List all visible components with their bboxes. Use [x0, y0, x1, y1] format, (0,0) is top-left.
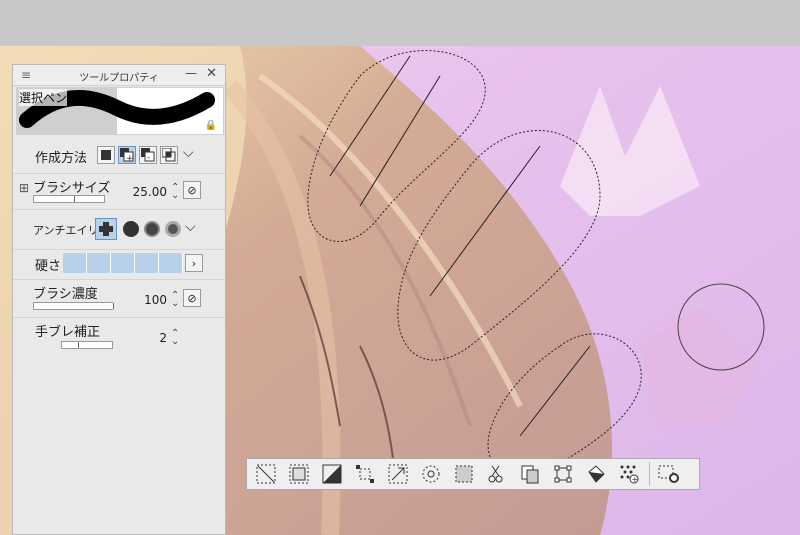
lock-icon[interactable]: 🔒 — [205, 120, 217, 131]
selection-toolbar: + — [246, 458, 700, 490]
hardness-segment[interactable] — [63, 253, 87, 273]
toolbar-separator — [649, 462, 650, 486]
row-brush-density: ブラシ濃度 100 ⌃ ⌄ ⊘ — [13, 279, 225, 318]
tone-icon[interactable]: + — [616, 461, 642, 487]
convert-to-layer-icon[interactable] — [451, 461, 477, 487]
row-antialiasing: アンチエイリア ⌵ — [13, 209, 225, 250]
chevron-down-icon[interactable]: ⌵ — [183, 145, 194, 161]
hardness-label: 硬さ — [35, 259, 62, 274]
row-stabilization: 手ブレ補正 2 ⌃ ⌄ — [13, 317, 225, 355]
brush-density-slider[interactable] — [33, 302, 114, 310]
antialias-medium-button[interactable] — [144, 221, 160, 237]
brush-size-label: ブラシサイズ — [33, 181, 111, 196]
chevron-down-icon[interactable]: ⌵ — [185, 219, 196, 235]
expand-icon[interactable]: ⊞ — [19, 181, 29, 195]
antialias-none-button[interactable] — [95, 218, 117, 240]
brush-density-label: ブラシ濃度 — [33, 287, 98, 302]
feather-selection-icon[interactable] — [418, 461, 444, 487]
pen-pressure-button[interactable]: ⊘ — [183, 289, 201, 307]
hardness-segment[interactable] — [135, 253, 159, 273]
copy-paste-icon[interactable] — [517, 461, 543, 487]
select-all-icon[interactable] — [286, 461, 312, 487]
chevron-right-icon[interactable]: › — [185, 254, 203, 272]
new-selection-button[interactable] — [97, 146, 115, 164]
pen-pressure-button[interactable]: ⊘ — [183, 181, 201, 199]
row-brush-size: ⊞ ブラシサイズ 25.00 ⌃ ⌄ ⊘ — [13, 173, 225, 210]
brush-size-slider[interactable] — [33, 195, 105, 203]
hardness-segment[interactable] — [159, 253, 183, 273]
brush-density-spinner[interactable]: ⌃ ⌄ — [171, 291, 179, 309]
row-hardness: 硬さ › — [13, 249, 225, 280]
invert-selection-icon[interactable] — [319, 461, 345, 487]
hardness-segment[interactable] — [111, 253, 135, 273]
tool-property-panel: ≡ ツールプロパティ — ✕ 選択ペン 🔒 作成方法 + - ⌵ ⊞ ブラシサイ… — [12, 64, 226, 535]
creation-method-label: 作成方法 — [35, 151, 88, 166]
subtract-selection-button[interactable]: - — [139, 146, 157, 164]
brush-size-spinner[interactable]: ⌃ ⌄ — [171, 183, 179, 201]
svg-text:+: + — [632, 475, 639, 484]
svg-text:-: - — [147, 153, 150, 162]
cut-paste-icon[interactable] — [484, 461, 510, 487]
row-creation-method: 作成方法 + - ⌵ — [13, 139, 225, 174]
stabilization-value[interactable]: 2 — [127, 331, 167, 345]
antialias-strong-button[interactable] — [165, 221, 181, 237]
close-icon[interactable]: ✕ — [206, 66, 217, 81]
svg-text:+: + — [126, 154, 134, 162]
tool-name: 選択ペン — [19, 89, 68, 106]
shrink-selection-icon[interactable] — [385, 461, 411, 487]
scale-rotate-icon[interactable] — [550, 461, 576, 487]
deselect-icon[interactable] — [253, 461, 279, 487]
brush-density-value[interactable]: 100 — [127, 293, 167, 307]
expand-selection-icon[interactable] — [352, 461, 378, 487]
panel-title-bar[interactable]: ≡ ツールプロパティ — ✕ — [13, 65, 225, 86]
top-bar — [0, 0, 800, 46]
stabilization-spinner[interactable]: ⌃ ⌄ — [171, 329, 179, 347]
stabilization-label: 手ブレ補正 — [35, 325, 101, 340]
hardness-segment[interactable] — [87, 253, 111, 273]
intersect-selection-button[interactable] — [160, 146, 178, 164]
brush-preview: 選択ペン 🔒 — [16, 87, 224, 135]
fill-icon[interactable] — [583, 461, 609, 487]
stabilization-slider[interactable] — [61, 341, 113, 349]
add-selection-button[interactable]: + — [118, 146, 136, 164]
minimize-icon[interactable]: — — [185, 66, 197, 80]
antialias-weak-button[interactable] — [123, 221, 139, 237]
settings-icon[interactable] — [656, 461, 682, 487]
brush-size-value[interactable]: 25.00 — [127, 185, 167, 199]
